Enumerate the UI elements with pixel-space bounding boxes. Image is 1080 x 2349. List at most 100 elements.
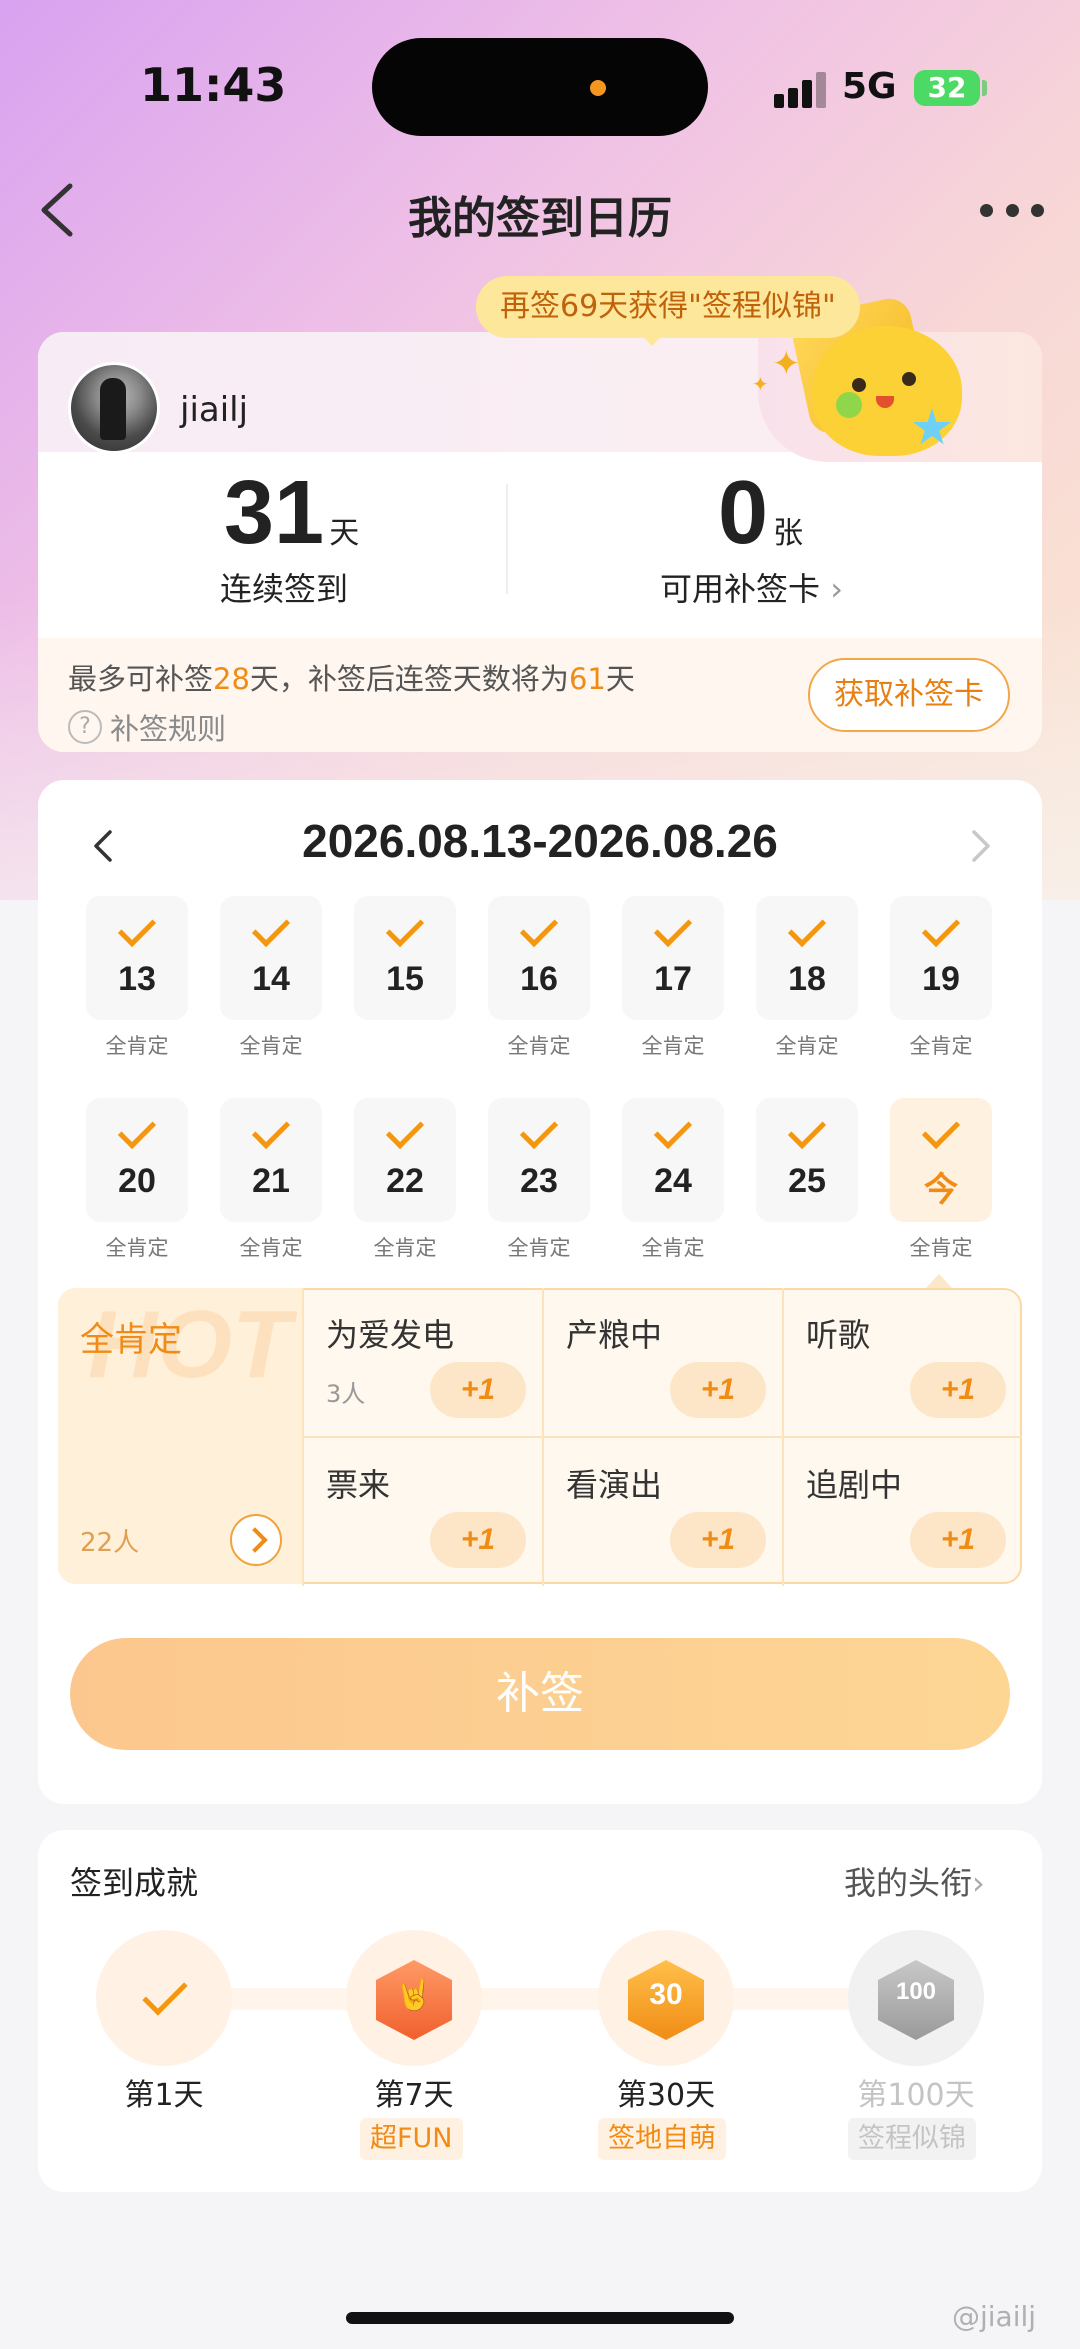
check-icon [251, 1110, 291, 1150]
chevron-right-icon[interactable] [230, 1514, 282, 1566]
calendar-day[interactable]: 16 [488, 896, 590, 1020]
supplement-button[interactable]: 补签 [70, 1638, 1010, 1750]
check-icon [519, 908, 559, 948]
calendar-day[interactable]: 17 [622, 896, 724, 1020]
mood-featured-label: 全肯定 [80, 1320, 182, 1360]
streak-value: 31 [224, 463, 325, 563]
calendar-day[interactable]: 20 [86, 1098, 188, 1222]
mood-option[interactable]: 追剧中 +1 [782, 1438, 1022, 1586]
cards-value: 0 [718, 463, 769, 563]
calendar-day-number: 16 [520, 960, 558, 998]
promo-bubble-tail [640, 334, 664, 346]
cards-stat[interactable]: 0 张 [718, 468, 803, 558]
sparkle-icon: ✦ [772, 344, 801, 384]
today-pointer [926, 1274, 952, 1288]
calendar-day-tag: 全肯定 [507, 1034, 571, 1058]
achievement-badge: 签程似锦 [848, 2118, 976, 2160]
calendar-day[interactable]: 13 [86, 896, 188, 1020]
more-icon[interactable] [980, 200, 1044, 220]
help-icon: ? [68, 710, 102, 744]
mascot-pendant-icon [836, 392, 862, 418]
plus-one-button[interactable]: +1 [910, 1512, 1006, 1568]
achievement-day7[interactable]: 🤘 [346, 1930, 482, 2066]
check-icon [921, 908, 961, 948]
calendar-day[interactable]: 22 [354, 1098, 456, 1222]
calendar-day[interactable]: 19 [890, 896, 992, 1020]
camera-indicator [590, 80, 606, 96]
mood-count: 3人 [326, 1380, 366, 1408]
mood-label: 看演出 [566, 1466, 663, 1504]
calendar-day[interactable]: 25 [756, 1098, 858, 1222]
chevron-right-icon: › [830, 570, 843, 608]
chevron-right-icon: › [972, 1864, 985, 1902]
calendar-day-number: 今 [924, 1170, 958, 1210]
check-icon [787, 1110, 827, 1150]
calendar-day-tag: 全肯定 [909, 1236, 973, 1260]
calendar-day-number: 13 [118, 960, 156, 998]
calendar-day-number: 14 [252, 960, 290, 998]
check-icon [117, 908, 157, 948]
calendar-day[interactable]: 15 [354, 896, 456, 1020]
mood-option[interactable]: 为爱发电 3人 +1 [302, 1288, 542, 1436]
calendar-day-number: 18 [788, 960, 826, 998]
calendar-day-tag: 全肯定 [239, 1236, 303, 1260]
plus-one-button[interactable]: +1 [910, 1362, 1006, 1418]
makeup-info: 最多可补签28天，补签后连签天数将为61天 [68, 662, 635, 696]
rule-link[interactable]: ? 补签规则 [68, 706, 226, 748]
calendar-day[interactable]: 21 [220, 1098, 322, 1222]
mood-option[interactable]: 产粮中 +1 [542, 1288, 782, 1436]
calendar-day-tag: 全肯定 [373, 1236, 437, 1260]
plus-one-button[interactable]: +1 [430, 1512, 526, 1568]
achievement-day-label: 第7天 [374, 2078, 454, 2113]
days-100-badge-icon: 100 [878, 1960, 954, 2040]
my-titles-link[interactable]: 我的头衔› [844, 1858, 985, 1904]
achievement-badge: 超FUN [360, 2118, 463, 2160]
promo-bubble[interactable]: 再签69天获得"签程似锦" [476, 276, 860, 338]
check-icon [385, 908, 425, 948]
mood-label: 票来 [326, 1466, 391, 1504]
check-icon [117, 1110, 157, 1150]
achievement-day1[interactable] [96, 1930, 232, 2066]
calendar-day-number: 19 [922, 960, 960, 998]
calendar-day-number: 23 [520, 1162, 558, 1200]
calendar-day-number: 25 [788, 1162, 826, 1200]
achievement-day-label: 第1天 [124, 2078, 204, 2113]
achievement-day30[interactable]: 30 [598, 1930, 734, 2066]
dynamic-island [372, 38, 708, 136]
achievement-day100[interactable]: 100 [848, 1930, 984, 2066]
calendar-day[interactable]: 14 [220, 896, 322, 1020]
stats-divider [506, 484, 508, 594]
plus-one-button[interactable]: +1 [670, 1512, 766, 1568]
mood-label: 为爱发电 [326, 1316, 455, 1354]
mood-option[interactable]: 看演出 +1 [542, 1438, 782, 1586]
check-icon [787, 908, 827, 948]
plus-one-button[interactable]: +1 [670, 1362, 766, 1418]
achievement-badge: 签地自萌 [598, 2118, 726, 2160]
mood-option[interactable]: 票来 +1 [302, 1438, 542, 1586]
makeup-max-days: 28 [213, 662, 250, 696]
calendar-day-tag: 全肯定 [641, 1236, 705, 1260]
check-icon [251, 908, 291, 948]
get-card-button[interactable]: 获取补签卡 [808, 658, 1010, 732]
plus-one-button[interactable]: +1 [430, 1362, 526, 1418]
sparkle-icon: ✦ [752, 372, 769, 396]
battery-icon: 32 [914, 70, 980, 106]
home-indicator[interactable] [346, 2312, 734, 2324]
calendar-day-number: 24 [654, 1162, 692, 1200]
mood-label: 听歌 [806, 1316, 871, 1354]
calendar-day[interactable]: 24 [622, 1098, 724, 1222]
calendar-day-number: 17 [654, 960, 692, 998]
calendar-day-today[interactable]: 今 [890, 1098, 992, 1222]
streak-unit: 天 [329, 516, 360, 551]
mood-option[interactable]: 听歌 +1 [782, 1288, 1022, 1436]
achievement-title: 签到成就 [70, 1864, 199, 1902]
calendar-day-number: 22 [386, 1162, 424, 1200]
calendar-day-tag: 全肯定 [909, 1034, 973, 1058]
calendar-day-number: 15 [386, 960, 424, 998]
cards-link[interactable]: 可用补签卡 › [660, 564, 843, 610]
calendar-day[interactable]: 18 [756, 896, 858, 1020]
calendar-day[interactable]: 23 [488, 1098, 590, 1222]
chevron-right-icon[interactable] [960, 826, 1000, 866]
calendar-day-tag: 全肯定 [641, 1034, 705, 1058]
calendar-day-tag: 全肯定 [239, 1034, 303, 1058]
